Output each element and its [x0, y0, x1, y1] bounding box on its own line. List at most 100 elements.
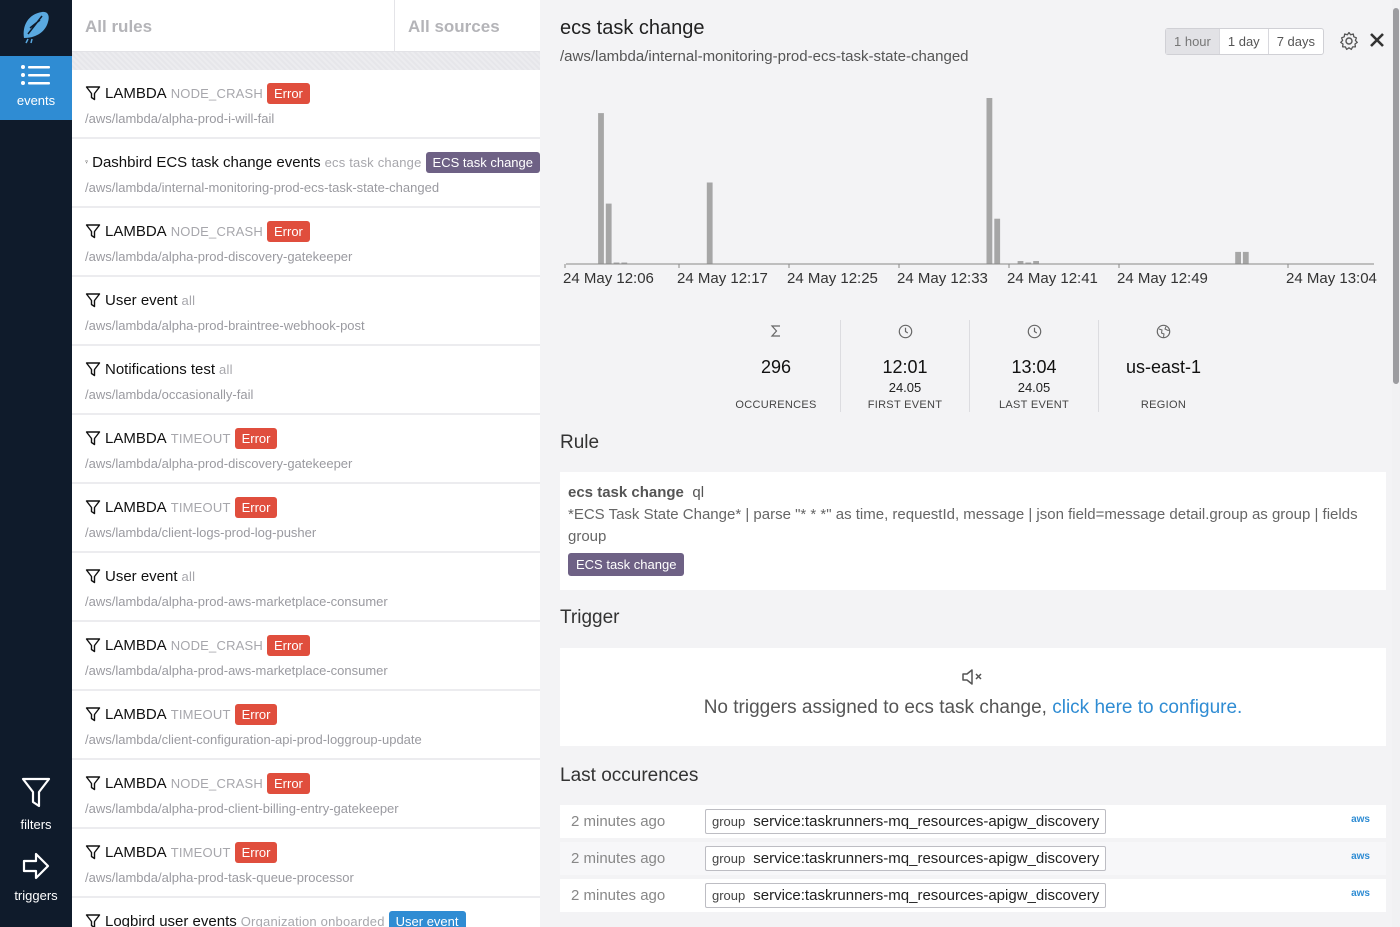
stat-last-event: 13:04 24.05 LAST EVENT: [970, 320, 1099, 412]
rule-title: Logbird user events: [105, 912, 237, 927]
rule-badge: Error: [266, 772, 310, 794]
rule-list-item[interactable]: Dashbird ECS task change events ecs task …: [72, 139, 540, 206]
stat-caption: REGION: [1140, 399, 1187, 411]
aws-icon: aws: [1351, 814, 1370, 825]
rule-list-item[interactable]: LAMBDA TIMEOUT Error/aws/lambda/alpha-prod…: [72, 415, 540, 482]
rule-badge: Error: [234, 496, 278, 518]
rule-list-item[interactable]: LAMBDA TIMEOUT Error/aws/lambda/alpha-prod…: [72, 829, 540, 896]
occurrence-time: 2 minutes ago: [571, 887, 666, 904]
filter-icon: [85, 707, 101, 722]
rule-subtype: NODE_CRASH: [170, 85, 263, 101]
no-trigger-text: No triggers assigned to ecs task change,: [703, 697, 1047, 718]
rule-title: Dashbird ECS task change events: [92, 153, 321, 171]
rule-tag: ECS task change: [568, 553, 685, 576]
histogram-bar[interactable]: [986, 98, 993, 264]
chip-key: group: [712, 851, 746, 866]
filter-icon: [85, 500, 101, 515]
range-1-hour[interactable]: 1 hour: [1166, 29, 1220, 54]
rule-subtype: TIMEOUT: [170, 430, 231, 446]
rule-list-item[interactable]: LAMBDA NODE_CRASH Error/aws/lambda/alpha-p…: [72, 622, 540, 689]
occurrence-row[interactable]: 2 minutes ago group service:taskrunners-mq…: [560, 842, 1386, 875]
nav-events-label: events: [16, 93, 56, 108]
rule-list-item[interactable]: LAMBDA TIMEOUT Error/aws/lambda/client-con…: [72, 691, 540, 758]
close-icon: [1370, 33, 1384, 47]
rule-source-path: /aws/lambda/alpha-prod-client-billing-en…: [85, 801, 399, 816]
rule-list-item[interactable]: LAMBDA TIMEOUT Error/aws/lambda/client-log…: [72, 484, 540, 551]
clock-icon: [898, 324, 912, 339]
detail-scrollbar[interactable]: [1392, 0, 1400, 927]
rule-list-item[interactable]: User event all/aws/lambda/alpha-prod-brai…: [72, 277, 540, 344]
stat-occurences: 296 OCCURENCES: [712, 320, 841, 412]
main-nav: events filters triggers: [0, 0, 72, 927]
rule-list-item[interactable]: LAMBDA NODE_CRASH Error/aws/lambda/alpha-p…: [72, 208, 540, 275]
range-1-day[interactable]: 1 day: [1220, 29, 1269, 54]
filter-icon: [85, 569, 101, 584]
range-7-days[interactable]: 7 days: [1269, 29, 1323, 54]
list-icon: [21, 65, 50, 85]
rule-type: ql: [692, 484, 705, 501]
dashbird-logo[interactable]: [18, 8, 52, 44]
rule-badge: User event: [388, 910, 466, 927]
scrollbar-thumb[interactable]: [1393, 8, 1399, 384]
rule-list-item[interactable]: LAMBDA NODE_CRASH Error/aws/lambda/alpha-p…: [72, 760, 540, 827]
rule-source-path: /aws/lambda/alpha-prod-i-will-fail: [85, 111, 275, 126]
chip-value: service:taskrunners-mq_resources-apigw_d…: [753, 850, 1100, 867]
stat-first-event: 12:01 24.05 FIRST EVENT: [841, 320, 970, 412]
rules-list: LAMBDA NODE_CRASH Error/aws/lambda/alpha-p…: [72, 70, 540, 927]
histogram-bar[interactable]: [605, 203, 612, 264]
histogram-bar[interactable]: [1235, 251, 1241, 264]
rule-heading: Rule: [560, 432, 600, 453]
time-range-selector: 1 hour 1 day 7 days: [1165, 28, 1324, 55]
rule-badge: Error: [234, 841, 278, 863]
tab-all-rules[interactable]: All rules: [72, 0, 395, 51]
filter-icon: [85, 160, 88, 164]
group-chip[interactable]: group service:taskrunners-mq_resources-ap…: [705, 883, 1107, 908]
event-detail-panel: ecs task change /aws/lambda/internal-mon…: [540, 0, 1400, 927]
muted-speaker-icon: [962, 669, 982, 685]
histogram-bar[interactable]: [994, 218, 1001, 264]
occurrence-row[interactable]: 2 minutes ago group service:taskrunners-mq…: [560, 805, 1386, 838]
tab-all-sources[interactable]: All sources: [395, 0, 514, 51]
stat-date: 24.05: [1017, 380, 1051, 395]
stat-value: 296: [760, 357, 792, 377]
occurrence-time: 2 minutes ago: [571, 850, 666, 867]
histogram-bar[interactable]: [1242, 251, 1249, 264]
filter-icon: [85, 224, 101, 239]
settings-button[interactable]: [1339, 31, 1359, 56]
rule-subtype: TIMEOUT: [170, 706, 231, 722]
rule-list-item[interactable]: LAMBDA NODE_CRASH Error/aws/lambda/alpha-p…: [72, 70, 540, 137]
histogram-bar[interactable]: [598, 113, 604, 264]
rule-badge: Error: [234, 427, 278, 449]
close-button[interactable]: [1369, 32, 1385, 53]
filter-icon: [85, 776, 101, 791]
configure-trigger-link[interactable]: click here to configure.: [1052, 697, 1242, 718]
histogram-svg: 24 May 12:06 24 May 12:17 24 May 12:25 24 M…: [563, 98, 1377, 287]
rule-badge: Error: [266, 220, 310, 242]
stat-value: 13:04: [1011, 357, 1057, 377]
rule-source-path: /aws/lambda/internal-monitoring-prod-ecs…: [85, 180, 440, 195]
histogram-bar[interactable]: [706, 182, 713, 265]
filter-icon: [85, 914, 101, 927]
log-group-path: /aws/lambda/internal-monitoring-prod-ecs…: [560, 48, 969, 65]
rule-list-item[interactable]: User event all/aws/lambda/alpha-prod-aws-…: [72, 553, 540, 620]
rule-list-item[interactable]: Notifications test all/aws/lambda/occasio…: [72, 346, 540, 413]
group-chip[interactable]: group service:taskrunners-mq_resources-ap…: [705, 846, 1107, 871]
group-chip[interactable]: group service:taskrunners-mq_resources-ap…: [705, 809, 1107, 834]
nav-triggers-label: triggers: [14, 888, 58, 903]
rule-badge: Error: [266, 82, 310, 104]
globe-icon: [1156, 324, 1171, 339]
rule-source-path: /aws/lambda/alpha-prod-discovery-gatekee…: [85, 456, 353, 471]
rule-subtype: ecs task change: [324, 154, 422, 170]
chip-key: group: [712, 814, 746, 829]
filter-icon: [85, 431, 101, 446]
nav-events-button[interactable]: events: [0, 56, 72, 120]
list-divider: [72, 52, 540, 70]
occurrence-row[interactable]: 2 minutes ago group service:taskrunners-mq…: [560, 879, 1386, 912]
rule-subtype: NODE_CRASH: [170, 775, 263, 791]
chip-value: service:taskrunners-mq_resources-apigw_d…: [753, 813, 1100, 830]
rule-subtype: all: [181, 568, 196, 584]
nav-filters-button[interactable]: filters: [0, 776, 72, 832]
aws-icon: aws: [1351, 888, 1370, 899]
rule-list-item[interactable]: Logbird user events Organization onboarde…: [72, 898, 540, 927]
nav-triggers-button[interactable]: triggers: [0, 851, 72, 903]
